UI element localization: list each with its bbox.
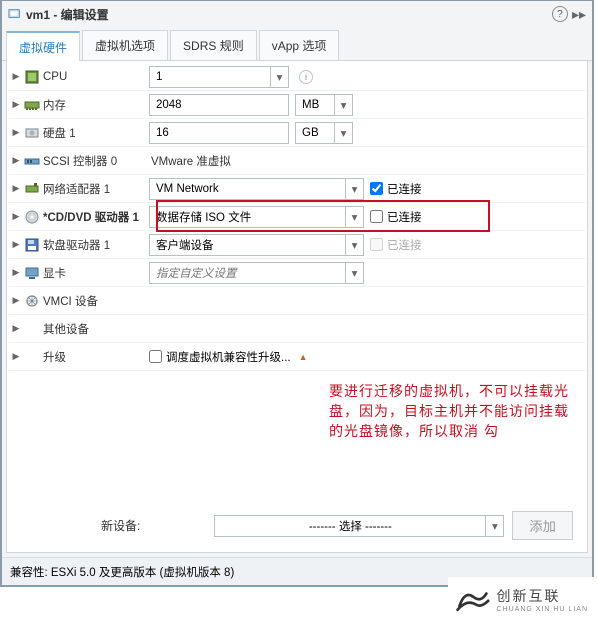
new-device-row: 新设备: ------- 选择 ------- ▾ 添加: [9, 501, 585, 550]
chevron-down-icon[interactable]: ▾: [345, 235, 363, 255]
chevron-down-icon[interactable]: ▾: [334, 123, 352, 143]
cddvd-label: *CD/DVD 驱动器 1: [43, 209, 139, 225]
row-upgrade: ▶ 升级 调度虚拟机兼容性升级... ▲: [9, 343, 585, 371]
brand-sub: CHUANG XIN HU LIAN: [496, 606, 588, 613]
new-device-select[interactable]: ------- 选择 ------- ▾: [214, 515, 504, 537]
vm-icon: [8, 7, 22, 21]
floppy-connected-checkbox: 已连接: [370, 237, 422, 253]
annotation-text: 要进行迁移的虚拟机，不可以挂载光盘，因为，目标主机并不能访问挂载的光盘镜像，所以…: [329, 381, 569, 441]
memory-label: 内存: [43, 97, 66, 113]
hardware-list: ▶ CPU 1 ▾ i ▶ 内存: [6, 61, 588, 553]
row-video: ▶ 显卡 指定自定义设置 ▾: [9, 259, 585, 287]
expand-toggle[interactable]: ▶: [11, 239, 21, 250]
network-icon: [24, 181, 40, 197]
brand-name: 创新互联: [496, 586, 588, 606]
panel-toggle-icon[interactable]: ▸▸: [572, 6, 586, 23]
add-button[interactable]: 添加: [512, 511, 573, 540]
brand-watermark: 创新互联 CHUANG XIN HU LIAN: [448, 577, 594, 621]
row-cpu: ▶ CPU 1 ▾ i: [9, 63, 585, 91]
expand-toggle[interactable]: ▶: [11, 183, 21, 194]
memory-input[interactable]: ▾: [149, 94, 289, 116]
floppy-label: 软盘驱动器 1: [43, 237, 110, 253]
row-floppy: ▶ 软盘驱动器 1 客户端设备 ▾ 已连接: [9, 231, 585, 259]
expand-toggle[interactable]: ▶: [11, 323, 21, 334]
scsi-icon: [24, 153, 40, 169]
video-select[interactable]: 指定自定义设置 ▾: [149, 262, 364, 284]
disk-label: 硬盘 1: [43, 125, 76, 141]
floppy-select[interactable]: 客户端设备 ▾: [149, 234, 364, 256]
memory-icon: [24, 97, 40, 113]
floppy-icon: [24, 237, 40, 253]
expand-toggle[interactable]: ▶: [11, 71, 21, 82]
video-icon: [24, 265, 40, 281]
expand-toggle[interactable]: ▶: [11, 267, 21, 278]
other-label: 其他设备: [43, 321, 89, 337]
tab-vm-options[interactable]: 虚拟机选项: [82, 30, 168, 60]
tab-sdrs-rules[interactable]: SDRS 规则: [170, 30, 257, 60]
help-icon[interactable]: ?: [552, 6, 568, 22]
tab-vapp-options[interactable]: vApp 选项: [259, 30, 340, 60]
expand-toggle[interactable]: ▶: [11, 155, 21, 166]
schedule-compat-upgrade-checkbox[interactable]: 调度虚拟机兼容性升级...: [149, 349, 291, 365]
scsi-value: VMware 准虚拟: [149, 153, 231, 169]
chevron-down-icon[interactable]: ▾: [345, 263, 363, 283]
expand-toggle[interactable]: ▶: [11, 295, 21, 306]
cddvd-connected-checkbox[interactable]: 已连接: [370, 209, 422, 225]
chevron-down-icon[interactable]: ▾: [345, 207, 363, 227]
cpu-label: CPU: [43, 71, 67, 83]
compatibility-text: 兼容性: ESXi 5.0 及更高版本 (虚拟机版本 8): [10, 564, 234, 580]
row-disk: ▶ 硬盘 1 ▾ GB ▾: [9, 119, 585, 147]
chevron-down-icon[interactable]: ▾: [334, 95, 352, 115]
row-network: ▶ 网络适配器 1 VM Network ▾ 已连接: [9, 175, 585, 203]
vmci-label: VMCI 设备: [43, 293, 98, 309]
video-label: 显卡: [43, 265, 66, 281]
row-memory: ▶ 内存 ▾ MB ▾: [9, 91, 585, 119]
row-scsi: ▶ SCSI 控制器 0 VMware 准虚拟: [9, 147, 585, 175]
expand-toggle[interactable]: ▶: [11, 127, 21, 138]
disk-icon: [24, 125, 40, 141]
upgrade-label: 升级: [43, 349, 66, 365]
chevron-down-icon[interactable]: ▾: [485, 516, 503, 536]
row-cddvd: ▶ *CD/DVD 驱动器 1 数据存储 ISO 文件 ▾ 已连接: [9, 203, 585, 231]
memory-unit-select[interactable]: MB ▾: [295, 94, 353, 116]
expand-toggle[interactable]: ▶: [11, 211, 21, 222]
network-label: 网络适配器 1: [43, 181, 110, 197]
scsi-label: SCSI 控制器 0: [43, 153, 117, 169]
expand-toggle[interactable]: ▶: [11, 99, 21, 110]
cd-icon: [24, 209, 40, 225]
network-select[interactable]: VM Network ▾: [149, 178, 364, 200]
vmci-icon: [24, 293, 40, 309]
chevron-down-icon[interactable]: ▾: [345, 179, 363, 199]
window-title: vm1 - 编辑设置: [26, 6, 109, 23]
expand-toggle[interactable]: ▶: [11, 351, 21, 362]
row-other: ▶ 其他设备: [9, 315, 585, 343]
tabbar: 虚拟硬件 虚拟机选项 SDRS 规则 vApp 选项: [2, 27, 592, 61]
cpu-select[interactable]: 1 ▾: [149, 66, 289, 88]
cddvd-select[interactable]: 数据存储 ISO 文件 ▾: [149, 206, 364, 228]
chevron-down-icon[interactable]: ▾: [270, 67, 288, 87]
warning-icon: ▲: [299, 352, 308, 362]
network-connected-checkbox[interactable]: 已连接: [370, 181, 422, 197]
cpu-icon: [24, 69, 40, 85]
info-icon[interactable]: i: [299, 70, 313, 84]
new-device-label: 新设备:: [101, 517, 140, 534]
row-vmci: ▶ VMCI 设备: [9, 287, 585, 315]
disk-unit-select[interactable]: GB ▾: [295, 122, 353, 144]
disk-size-input[interactable]: ▾: [149, 122, 289, 144]
tab-virtual-hardware[interactable]: 虚拟硬件: [6, 31, 80, 61]
